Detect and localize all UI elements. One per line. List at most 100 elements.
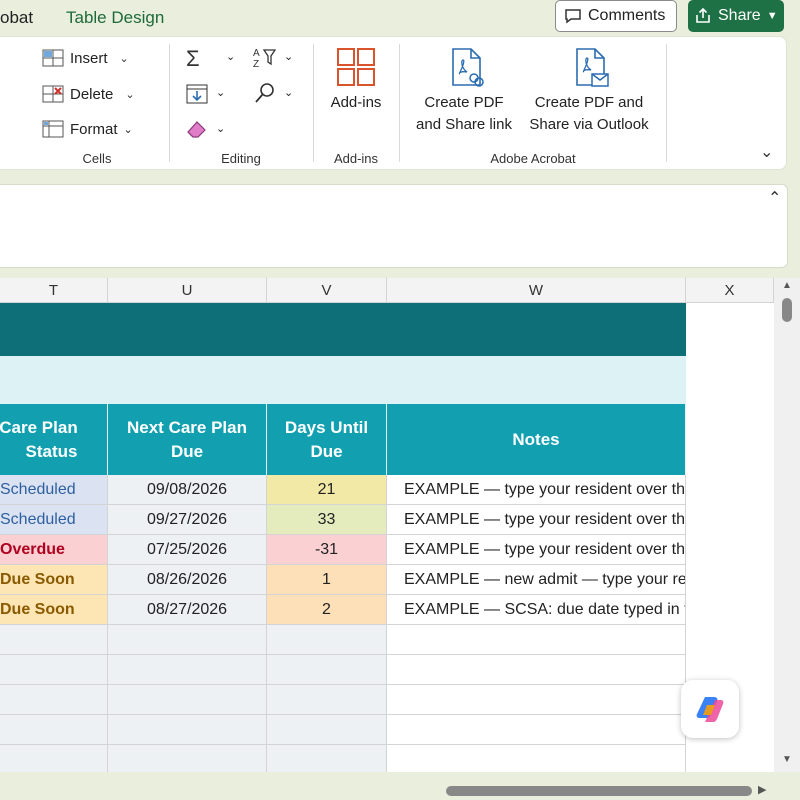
- format-button[interactable]: Format ⌄: [42, 119, 133, 139]
- eraser-icon[interactable]: [186, 119, 208, 139]
- chevron-down-icon: ⌄: [123, 123, 133, 136]
- scroll-up-icon[interactable]: ▲: [782, 280, 792, 291]
- fill-icon[interactable]: [186, 84, 208, 104]
- column-header-w[interactable]: W: [387, 278, 686, 303]
- status-cell[interactable]: Due Soon: [0, 595, 108, 625]
- column-header-v[interactable]: V: [267, 278, 387, 303]
- title-banner: [0, 303, 686, 356]
- empty-cell[interactable]: [0, 745, 108, 772]
- due-date-cell[interactable]: 09/08/2026: [108, 475, 267, 505]
- pdf-link-icon: [452, 48, 484, 87]
- notes-cell[interactable]: EXAMPLE — type your resident over this r…: [387, 505, 686, 535]
- notes-cell[interactable]: EXAMPLE — type your resident over this r…: [387, 475, 686, 505]
- comments-button[interactable]: Comments: [555, 0, 677, 32]
- header-line: Notes: [512, 429, 560, 449]
- vertical-scrollbar[interactable]: ▲ ▼: [774, 278, 800, 772]
- notes-header[interactable]: Notes: [387, 404, 686, 475]
- spreadsheet-grid[interactable]: T U V W X Care Plan Status Next Care Pla…: [0, 278, 774, 772]
- notes-cell[interactable]: EXAMPLE — new admit — type your resident: [387, 565, 686, 595]
- collapse-formula-bar-icon[interactable]: ⌃: [768, 188, 781, 208]
- header-line: Care Plan: [0, 417, 78, 437]
- chevron-down-icon[interactable]: ⌄: [284, 86, 293, 99]
- chevron-down-icon[interactable]: ⌄: [226, 50, 235, 63]
- horizontal-scrollbar[interactable]: ▶: [0, 778, 800, 800]
- due-date-cell[interactable]: 08/26/2026: [108, 565, 267, 595]
- share-icon: [696, 7, 710, 23]
- delete-button[interactable]: Delete ⌄: [42, 84, 135, 104]
- status-cell[interactable]: Due Soon: [0, 565, 108, 595]
- empty-cell[interactable]: [0, 715, 108, 745]
- empty-cell[interactable]: [108, 685, 267, 715]
- create-pdf-share-link-button[interactable]: Create PDF and Share link: [410, 46, 518, 138]
- next-care-plan-due-header[interactable]: Next Care Plan Due: [108, 404, 267, 475]
- addins-button[interactable]: Add-ins: [326, 46, 386, 136]
- tab-table-design[interactable]: Table Design: [66, 8, 164, 28]
- pdf-outlook-icon: [576, 48, 609, 87]
- days-until-due-header[interactable]: Days Until Due: [267, 404, 387, 475]
- svg-text:A: A: [253, 48, 260, 59]
- empty-cell[interactable]: [108, 715, 267, 745]
- share-button[interactable]: Share ▼: [688, 0, 784, 32]
- scroll-right-icon[interactable]: ▶: [758, 783, 766, 796]
- days-cell[interactable]: 33: [267, 505, 387, 535]
- column-header-u[interactable]: U: [108, 278, 267, 303]
- insert-label: Insert: [70, 49, 108, 67]
- editing-group-label: Editing: [221, 151, 261, 166]
- ribbon-tab-strip: obat Table Design Comments Share ▼: [0, 0, 800, 36]
- due-date-cell[interactable]: 08/27/2026: [108, 595, 267, 625]
- care-plan-status-header[interactable]: Care Plan Status: [0, 404, 108, 475]
- chevron-down-icon[interactable]: ⌄: [216, 122, 225, 135]
- subtitle-banner: [0, 356, 686, 404]
- notes-cell[interactable]: EXAMPLE — type your resident over this r…: [387, 535, 686, 565]
- scrollbar-thumb[interactable]: [446, 786, 752, 796]
- chevron-down-icon[interactable]: ⌄: [284, 50, 293, 63]
- chevron-down-icon[interactable]: ⌄: [216, 86, 225, 99]
- group-divider: [169, 44, 170, 162]
- empty-cell[interactable]: [0, 655, 108, 685]
- status-cell[interactable]: Scheduled: [0, 505, 108, 535]
- scrollbar-thumb[interactable]: [782, 298, 792, 322]
- create-pdf-outlook-line2: Share via Outlook: [529, 116, 649, 133]
- empty-cell[interactable]: [108, 625, 267, 655]
- share-label: Share: [718, 7, 761, 24]
- copilot-button[interactable]: [681, 680, 739, 738]
- tab-acrobat[interactable]: obat: [0, 8, 33, 28]
- empty-cell[interactable]: [0, 625, 108, 655]
- insert-button[interactable]: Insert ⌄: [42, 48, 129, 68]
- empty-cell[interactable]: [267, 745, 387, 772]
- empty-cell[interactable]: [387, 625, 686, 655]
- autosum-icon[interactable]: Σ: [186, 46, 200, 72]
- empty-cell[interactable]: [387, 685, 686, 715]
- column-header-t[interactable]: T: [0, 278, 108, 303]
- scroll-down-icon[interactable]: ▼: [782, 754, 792, 765]
- days-cell[interactable]: 2: [267, 595, 387, 625]
- days-cell[interactable]: -31: [267, 535, 387, 565]
- formula-bar[interactable]: [0, 184, 788, 268]
- due-date-cell[interactable]: 09/27/2026: [108, 505, 267, 535]
- empty-cell[interactable]: [387, 715, 686, 745]
- empty-cell[interactable]: [108, 655, 267, 685]
- header-line: Days Until: [284, 417, 369, 437]
- format-cells-icon: [42, 120, 64, 138]
- due-date-cell[interactable]: 07/25/2026: [108, 535, 267, 565]
- sort-filter-icon[interactable]: A Z: [252, 46, 276, 70]
- empty-cell[interactable]: [267, 715, 387, 745]
- empty-cell[interactable]: [387, 745, 686, 772]
- empty-cell[interactable]: [267, 685, 387, 715]
- expand-ribbon-icon[interactable]: ⌄: [760, 142, 773, 162]
- column-header-x[interactable]: X: [686, 278, 774, 303]
- status-cell[interactable]: Scheduled: [0, 475, 108, 505]
- days-cell[interactable]: 1: [267, 565, 387, 595]
- status-cell[interactable]: Overdue: [0, 535, 108, 565]
- notes-cell[interactable]: EXAMPLE — SCSA: due date typed in the Ov: [387, 595, 686, 625]
- empty-cell[interactable]: [267, 625, 387, 655]
- create-pdf-outlook-button[interactable]: Create PDF and Share via Outlook: [522, 46, 656, 138]
- svg-text:Z: Z: [253, 59, 259, 70]
- days-cell[interactable]: 21: [267, 475, 387, 505]
- empty-cell[interactable]: [108, 745, 267, 772]
- find-select-icon[interactable]: [254, 82, 276, 104]
- empty-cell[interactable]: [0, 685, 108, 715]
- empty-cell[interactable]: [387, 655, 686, 685]
- empty-cell[interactable]: [267, 655, 387, 685]
- group-divider: [666, 44, 667, 162]
